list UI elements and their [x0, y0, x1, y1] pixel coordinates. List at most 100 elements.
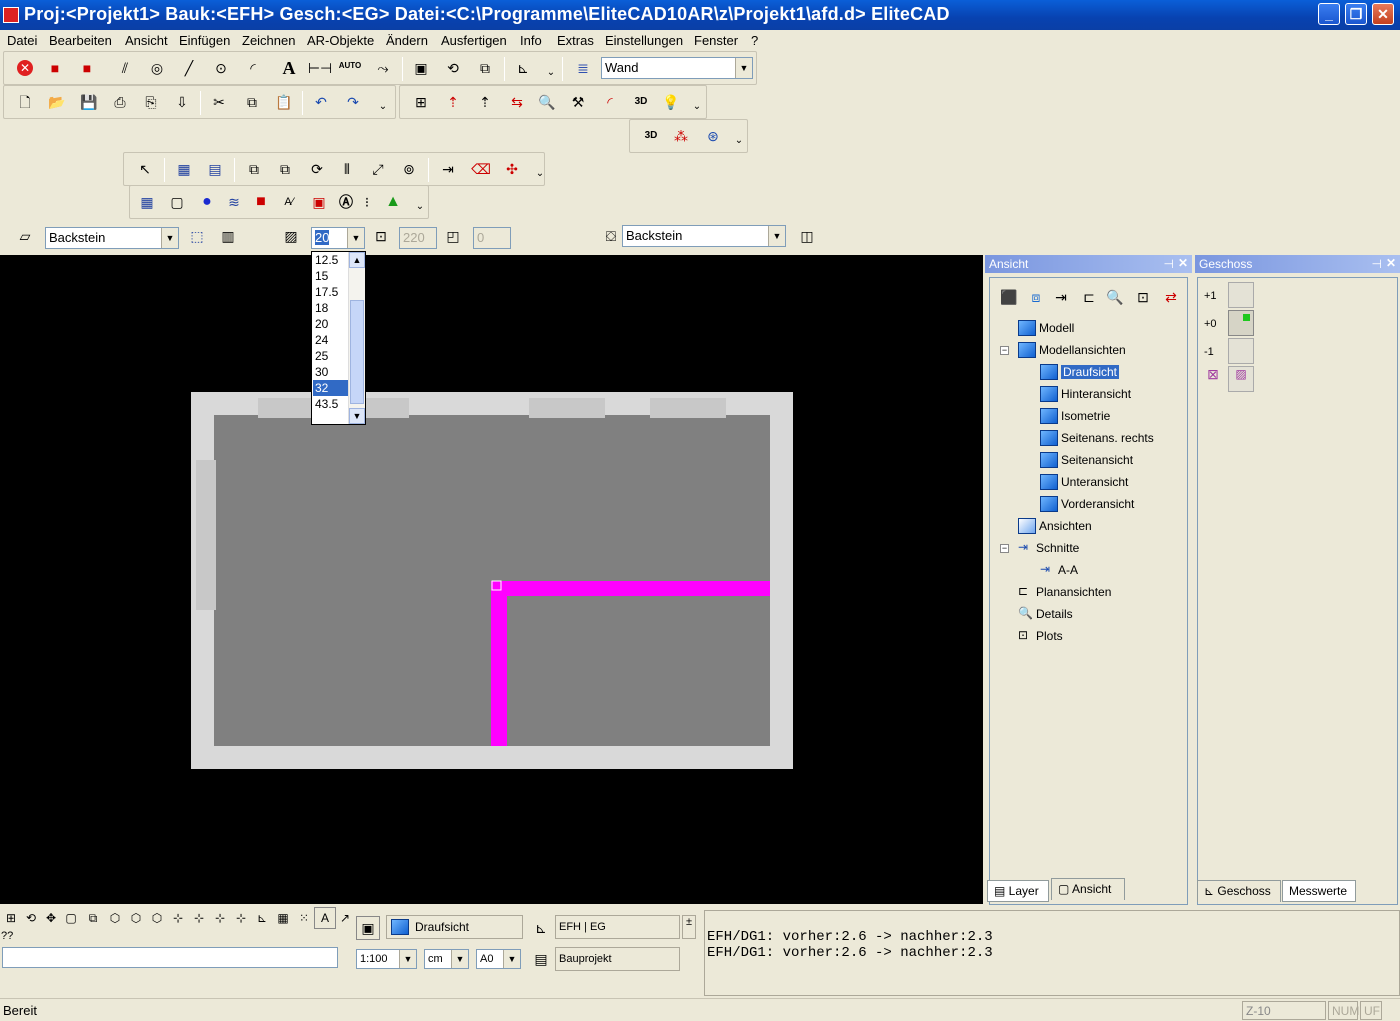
layer-stack-icon[interactable]: ≣	[572, 57, 594, 79]
snap-end-icon[interactable]: ⊹	[209, 907, 231, 929]
tree-item-vorderansicht[interactable]: Vorderansicht	[1040, 496, 1134, 512]
wall-layer-icon[interactable]: ▥	[217, 225, 239, 247]
level-0-button[interactable]	[1228, 310, 1254, 336]
dropdown-option[interactable]: 24	[313, 332, 349, 348]
dropdown-option[interactable]: 17.5	[313, 284, 349, 300]
collapse-icon[interactable]: −	[1000, 346, 1009, 355]
hammer-icon[interactable]: ⚒	[567, 91, 589, 113]
material-right-select[interactable]: Backstein ▼	[622, 225, 786, 247]
tree-item-draufsicht[interactable]: Draufsicht	[1040, 364, 1120, 380]
save-icon[interactable]: 💾	[78, 91, 100, 113]
zoom-icon[interactable]: 🔍	[536, 91, 558, 113]
menu-extras[interactable]: Extras	[557, 33, 594, 48]
p3d-icon[interactable]: 3D	[630, 91, 652, 113]
cubes-icon[interactable]: ⧈	[1025, 286, 1047, 308]
panel-toggle-icon[interactable]: ◫	[796, 225, 818, 247]
dropdown-option-selected[interactable]: 32	[313, 380, 349, 396]
dropdown-option[interactable]: 30	[313, 364, 349, 380]
print-icon[interactable]: ⎙	[109, 91, 131, 113]
scroll-thumb[interactable]	[350, 300, 364, 404]
plan-icon[interactable]: ⊏	[1078, 286, 1100, 308]
tree-item-planansichten[interactable]: ⊏ Planansichten	[1018, 584, 1111, 599]
zoom-prev-icon[interactable]: ⧉	[82, 907, 104, 929]
copy-icon[interactable]: ⧉	[241, 91, 263, 113]
axis-icon[interactable]: ⊾	[512, 57, 534, 79]
chevron-down-icon[interactable]: ⌄	[686, 96, 708, 118]
p3d-render-icon[interactable]: 3D	[640, 125, 662, 147]
level-minus1-button[interactable]	[1228, 338, 1254, 364]
line-icon[interactable]: ╱	[178, 57, 200, 79]
view-front-icon[interactable]: ⬡	[125, 907, 147, 929]
material-left-select[interactable]: Backstein ▼	[45, 227, 179, 249]
chevron-down-icon[interactable]: ⌄	[372, 96, 394, 118]
collapse-icon[interactable]: −	[1000, 544, 1009, 553]
menu-ausfertigen[interactable]: Ausfertigen	[441, 33, 507, 48]
dropdown-option[interactable]: 25	[313, 348, 349, 364]
open-folder-icon[interactable]: 📂	[46, 91, 68, 113]
select-red-icon[interactable]: ■	[44, 57, 66, 79]
menu-aendern[interactable]: Ändern	[386, 33, 428, 48]
select-window-icon[interactable]: ▦	[173, 158, 195, 180]
tree-item-ansichten[interactable]: Ansichten	[1018, 518, 1092, 534]
scale-select[interactable]: 1:100 ▼	[356, 949, 417, 969]
copy-object-icon[interactable]: ⧉	[243, 158, 265, 180]
tree-item-hinteransicht[interactable]: Hinteransicht	[1040, 386, 1131, 402]
menu-zeichnen[interactable]: Zeichnen	[242, 33, 295, 48]
detail-search-icon[interactable]: 🔍	[1104, 286, 1126, 308]
tab-layer[interactable]: ▤ Layer	[987, 880, 1049, 902]
zoom-rect-icon[interactable]: ▢	[60, 907, 82, 929]
storey-select[interactable]: EFH | EG	[555, 915, 680, 939]
trim-icon[interactable]: ✣	[501, 158, 523, 180]
array-icon[interactable]: ⊚	[398, 158, 420, 180]
menu-help[interactable]: ?	[751, 33, 758, 48]
pin-icon[interactable]: ⊣	[1372, 257, 1382, 271]
tree-item-details[interactable]: 🔍 Details	[1018, 606, 1073, 621]
text-icon[interactable]: A	[278, 57, 300, 79]
wall-axis-icon[interactable]: ⬚	[186, 225, 208, 247]
fill-area-icon[interactable]: ▦	[136, 191, 158, 213]
view-3d-icon[interactable]: ⬡	[104, 907, 126, 929]
menu-datei[interactable]: Datei	[7, 33, 37, 48]
chevron-down-icon[interactable]: ▼	[347, 228, 364, 248]
close-button[interactable]: ✕	[1372, 3, 1394, 25]
render-icon[interactable]: ⁂	[670, 125, 692, 147]
snap-mid-icon[interactable]: ⊹	[230, 907, 252, 929]
tab-geschoss[interactable]: ⊾ Geschoss	[1197, 880, 1281, 902]
grid-snap-icon[interactable]: ⁙	[293, 907, 315, 929]
fill-rect-icon[interactable]: ▢	[166, 191, 188, 213]
offset-field[interactable]: 0	[473, 227, 511, 249]
menu-ar-objekte[interactable]: AR-Objekte	[307, 33, 374, 48]
dropdown-scrollbar[interactable]: ▲ ▼	[348, 252, 365, 424]
tree-item-modellansichten[interactable]: Modellansichten	[1018, 342, 1126, 358]
height-field[interactable]: 220	[399, 227, 437, 249]
tree-item-isometrie[interactable]: Isometrie	[1040, 408, 1110, 424]
section-icon[interactable]: ⇥	[1050, 286, 1072, 308]
storey-stepper[interactable]: ±	[682, 915, 696, 939]
curve-icon[interactable]: ⤳	[372, 57, 394, 79]
ortho-icon[interactable]: ↗	[334, 907, 356, 929]
menu-einfuegen[interactable]: Einfügen	[179, 33, 230, 48]
snap-line-icon[interactable]: ⊹	[188, 907, 210, 929]
thickness-select[interactable]: 20 ▼	[311, 227, 365, 249]
scroll-up-icon[interactable]: ▲	[349, 252, 365, 268]
chevron-down-icon[interactable]: ▼	[399, 950, 416, 968]
scale-icon[interactable]: ⤢	[367, 158, 389, 180]
arc-icon[interactable]: ◜	[242, 57, 264, 79]
text-mode-icon[interactable]: A	[314, 907, 336, 929]
project-select[interactable]: Bauprojekt	[555, 947, 680, 971]
dropdown-option[interactable]: 15	[313, 268, 349, 284]
scroll-down-icon[interactable]: ▼	[349, 408, 365, 424]
terrain-icon[interactable]: ▲	[382, 191, 404, 213]
minimize-button[interactable]: _	[1318, 3, 1340, 25]
chevron-down-icon[interactable]: ▼	[161, 228, 178, 248]
snap-icon[interactable]: ⊹	[167, 907, 189, 929]
light-icon[interactable]: 💡	[660, 91, 682, 113]
zoom-all-icon[interactable]: ⟲	[20, 907, 42, 929]
print-preview-icon[interactable]: ⎘	[140, 91, 162, 113]
plot-icon[interactable]: ⊡	[1132, 286, 1154, 308]
paste-icon[interactable]: 📋	[273, 91, 295, 113]
plane-up-icon[interactable]: ⇡	[442, 91, 464, 113]
chevron-down-icon[interactable]: ▼	[735, 58, 752, 78]
object-icon[interactable]: ⧉	[474, 57, 496, 79]
unit-select[interactable]: cm ▼	[424, 949, 469, 969]
